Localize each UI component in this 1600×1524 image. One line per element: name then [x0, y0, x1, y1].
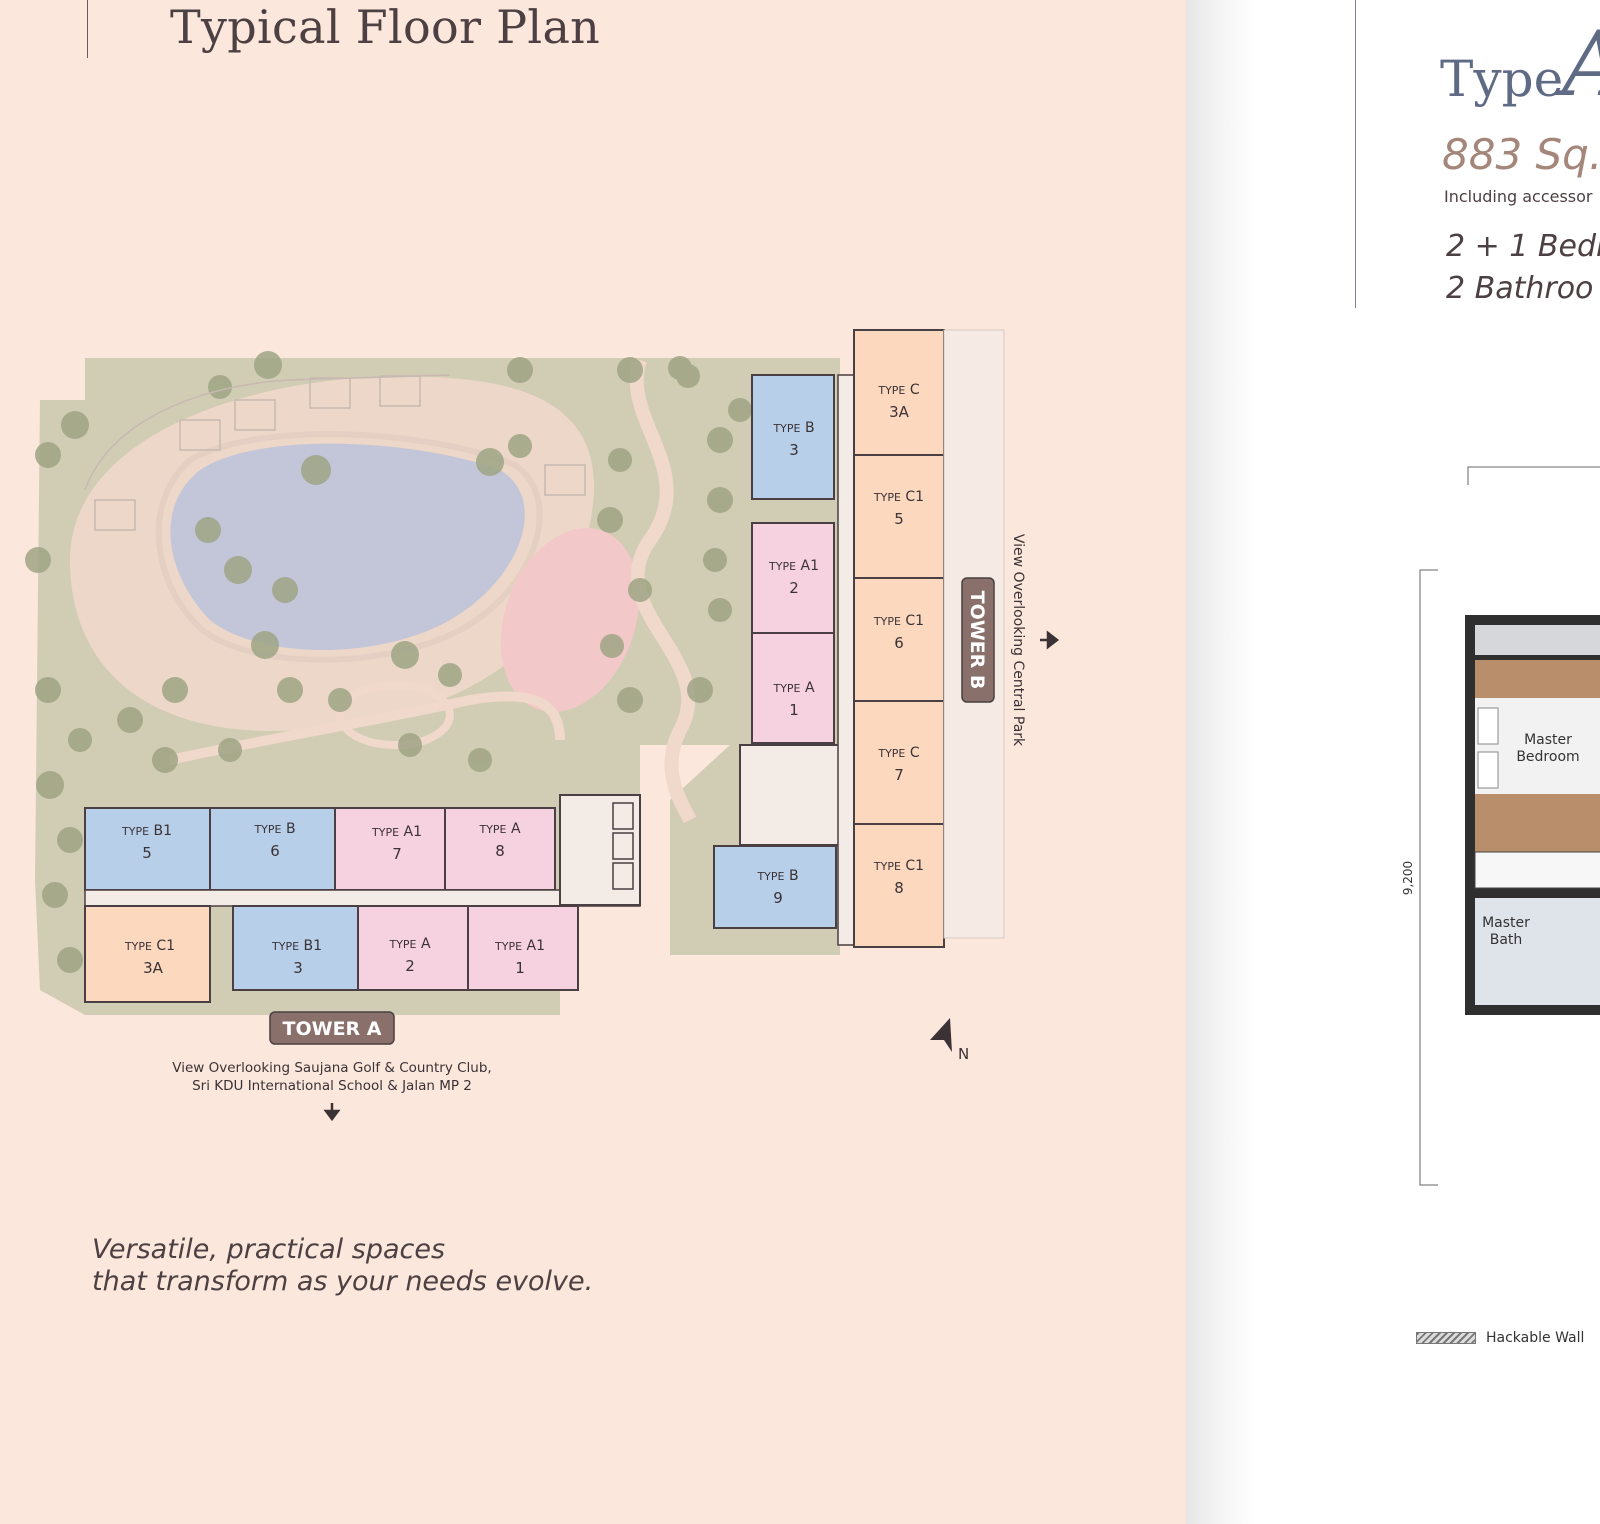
unit-number-label: 5 — [142, 844, 152, 862]
unit-type-label: TYPE B — [756, 868, 798, 884]
tower-b-core — [739, 744, 841, 846]
unit-number-label: 1 — [515, 959, 525, 977]
unit-number-label: 2 — [789, 579, 799, 597]
tagline-line-2: that transform as your needs evolve. — [92, 1266, 594, 1297]
legend: Hackable Wall — [1416, 1330, 1584, 1346]
tower-a-row-2 — [84, 905, 579, 1003]
unit-type-label: TYPE B1 — [121, 823, 172, 839]
unit-number-label: 8 — [495, 842, 505, 860]
tower-b-label: TOWER B — [966, 591, 988, 690]
unit-number-label: 3A — [889, 403, 910, 421]
unit-number-label: 2 — [405, 957, 415, 975]
unit-type-label: TYPE C1 — [124, 938, 175, 954]
tower-a-row-1 — [84, 807, 556, 891]
legend-hackable-label: Hackable Wall — [1486, 1330, 1585, 1346]
unit-c-7[interactable] — [853, 700, 945, 825]
unit-type-label: TYPE C1 — [873, 489, 924, 505]
tower-b-view: View Overlooking Central Park — [1010, 534, 1026, 747]
tower-a-view-line-2: Sri KDU International School & Jalan MP … — [192, 1078, 472, 1094]
bed-side-table — [1477, 707, 1499, 745]
tower-b-corridor — [837, 374, 855, 946]
unit-type-label: TYPE C1 — [873, 613, 924, 629]
tower-a-corridor — [84, 889, 641, 907]
bathrooms-text: 2 Bathroo — [1446, 271, 1594, 306]
unit-a1-7[interactable] — [334, 807, 446, 891]
master-bedroom-label-2: Bedroom — [1516, 749, 1579, 765]
dimension-label: 9,200 — [1401, 861, 1415, 895]
arrow-down-icon — [323, 1103, 341, 1122]
balcony — [1475, 625, 1600, 655]
type-letter: A — [1562, 12, 1600, 117]
unit-c1-3a[interactable] — [84, 905, 211, 1003]
unit-type-label: TYPE A — [772, 680, 814, 696]
master-bedroom-label-1: Master — [1524, 732, 1572, 748]
dimension-bracket-left — [1419, 569, 1438, 1186]
tower-b-badge-group: TOWER B — [961, 577, 995, 703]
unit-number-label: 6 — [894, 634, 904, 652]
unit-number-label: 3 — [293, 959, 303, 977]
wardrobe-strip-bottom — [1475, 794, 1600, 852]
right-rule — [1355, 0, 1356, 308]
unit-type-label: TYPE A1 — [768, 558, 819, 574]
unit-number-label: 1 — [789, 701, 799, 719]
unit-type-label: TYPE C — [877, 382, 919, 398]
unit-number-label: 3A — [143, 959, 164, 977]
unit-type-label: TYPE C1 — [873, 858, 924, 874]
master-bath-label-1: Master — [1482, 915, 1530, 931]
unit-number-label: 6 — [270, 842, 280, 860]
unit-type-label: TYPE B — [772, 420, 814, 436]
north-arrow-icon — [930, 1018, 952, 1052]
dimension-bracket-top — [1467, 466, 1600, 485]
room-summary: 2 + 1 Bedr 2 Bathroo — [1446, 226, 1600, 310]
tagline: Versatile, practical spaces that transfo… — [92, 1234, 593, 1298]
unit-type-label: TYPE B1 — [271, 938, 322, 954]
tagline-line-1: Versatile, practical spaces — [92, 1234, 446, 1265]
unit-type-label: TYPE A1 — [494, 938, 545, 954]
unit-type-label: TYPE A — [478, 821, 520, 837]
master-bath-label-2: Bath — [1490, 932, 1523, 948]
unit-a1-2[interactable] — [751, 522, 835, 634]
north-label: N — [958, 1045, 969, 1063]
unit-number-label: 7 — [392, 845, 402, 863]
bedrooms-text: 2 + 1 Bedr — [1446, 229, 1600, 264]
walk-in-wardrobe — [1474, 851, 1600, 889]
hatch-swatch-icon — [1416, 1332, 1476, 1344]
tower-a-label: TOWER A — [283, 1018, 382, 1040]
area-sqft: 883 Sq. — [1442, 130, 1600, 179]
type-word: Type — [1440, 50, 1564, 108]
unit-type-label: TYPE B — [253, 821, 295, 837]
unit-type-label: TYPE C — [877, 745, 919, 761]
unit-number-label: 5 — [894, 510, 904, 528]
unit-b-3[interactable] — [751, 374, 835, 500]
bed-side-table-2 — [1477, 751, 1499, 789]
arrow-right-icon — [1040, 630, 1060, 650]
unit-number-label: 9 — [773, 889, 783, 907]
including-note: Including accessor — [1444, 187, 1593, 206]
unit-number-label: 8 — [894, 879, 904, 897]
unit-type-label: TYPE A1 — [371, 824, 422, 840]
wardrobe-strip-top — [1475, 660, 1600, 698]
unit-b-9[interactable] — [713, 845, 837, 929]
unit-number-label: 3 — [789, 441, 799, 459]
unit-number-label: 7 — [894, 766, 904, 784]
tower-a-view-line-1: View Overlooking Saujana Golf & Country … — [172, 1060, 491, 1076]
unit-type-label: TYPE A — [388, 936, 430, 952]
